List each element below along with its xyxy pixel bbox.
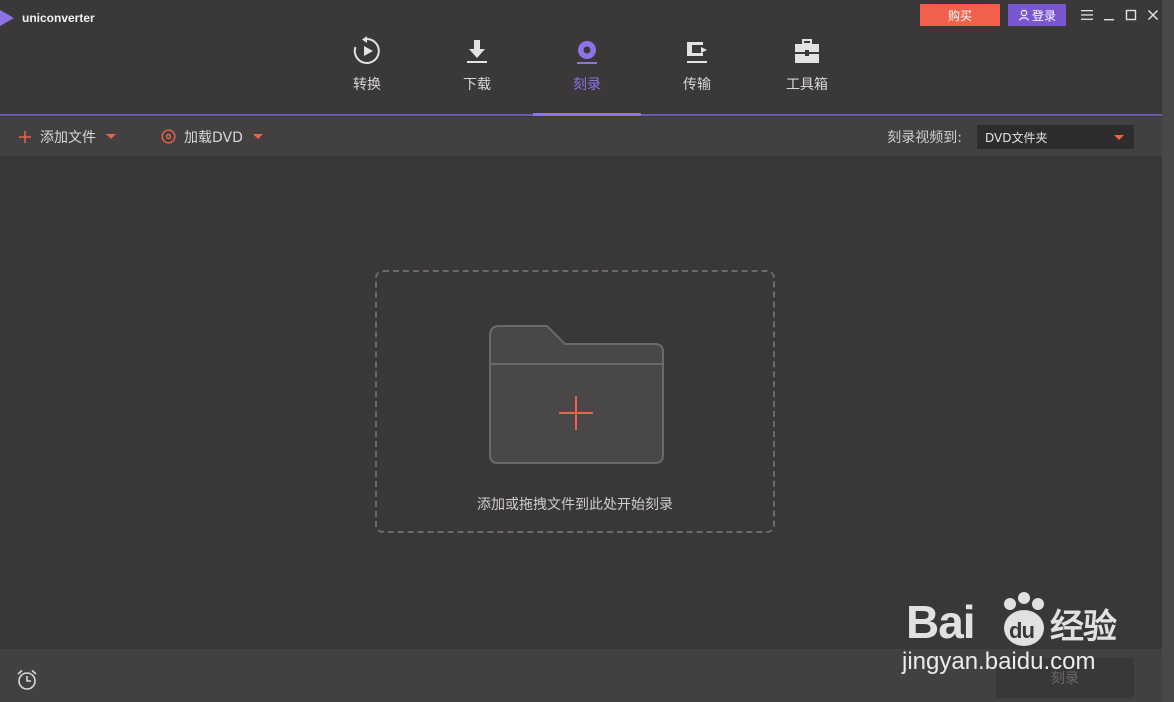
burn-icon bbox=[577, 41, 597, 64]
chevron-down-icon[interactable] bbox=[106, 134, 116, 139]
top-bar: uniconverter 购买 登录 转换 下载 刻录 传输 工具箱 bbox=[0, 0, 1174, 116]
load-dvd-label: 加载DVD bbox=[184, 129, 243, 146]
minimize-icon bbox=[1104, 19, 1114, 21]
app-name: uniconverter bbox=[22, 11, 95, 25]
burn-target-select[interactable]: DVD文件夹 bbox=[977, 125, 1134, 149]
maximize-icon bbox=[1125, 9, 1137, 21]
maximize-button[interactable] bbox=[1120, 4, 1142, 26]
watermark-brand: Bai du 经验 bbox=[902, 590, 1122, 650]
menu-icon bbox=[1081, 10, 1093, 20]
close-button[interactable] bbox=[1142, 4, 1164, 26]
nav-label: 转换 bbox=[353, 77, 381, 93]
add-files-label: 添加文件 bbox=[40, 129, 96, 146]
download-icon bbox=[467, 40, 487, 63]
active-tab-indicator bbox=[533, 113, 641, 116]
convert-icon bbox=[353, 36, 380, 64]
paw-logo-icon: Bai du 经验 bbox=[906, 592, 1118, 648]
window-edge bbox=[1162, 0, 1174, 702]
toolbox-icon bbox=[795, 39, 819, 63]
login-label: 登录 bbox=[1031, 8, 1056, 23]
chevron-down-icon bbox=[1114, 135, 1124, 140]
window-controls: 购买 登录 bbox=[920, 4, 1174, 26]
nav-tab-download[interactable]: 下载 bbox=[422, 34, 532, 114]
drop-zone[interactable]: 添加或拖拽文件到此处开始刻录 bbox=[375, 270, 775, 533]
logo-icon bbox=[0, 10, 14, 26]
nav-tab-transfer[interactable]: 传输 bbox=[642, 34, 752, 114]
svg-text:经验: 经验 bbox=[1050, 607, 1117, 647]
user-icon bbox=[1018, 9, 1030, 21]
nav-label: 下载 bbox=[463, 77, 491, 93]
svg-text:du: du bbox=[1009, 618, 1034, 643]
nav-tab-toolbox[interactable]: 工具箱 bbox=[752, 34, 862, 114]
nav-label: 工具箱 bbox=[786, 77, 828, 93]
burn-to-label: 刻录视频到: bbox=[887, 129, 962, 146]
load-dvd-button[interactable]: 加载DVD bbox=[161, 117, 263, 156]
svg-text:Bai: Bai bbox=[906, 596, 975, 648]
add-files-button[interactable]: 添加文件 bbox=[18, 117, 116, 156]
bottom-bar: 刻录 bbox=[0, 649, 1174, 702]
transfer-icon bbox=[687, 42, 707, 63]
add-folder-icon[interactable] bbox=[489, 324, 665, 466]
toolbar: 添加文件 加载DVD 刻录视频到: DVD文件夹 bbox=[0, 117, 1174, 156]
close-icon bbox=[1147, 9, 1159, 21]
minimize-button[interactable] bbox=[1098, 4, 1120, 26]
main-nav: 转换 下载 刻录 传输 工具箱 bbox=[312, 34, 862, 114]
alarm-clock-icon[interactable] bbox=[16, 669, 38, 691]
app-logo: uniconverter bbox=[0, 8, 95, 28]
disc-icon bbox=[161, 129, 176, 144]
burn-target-value: DVD文件夹 bbox=[985, 130, 1048, 145]
chevron-down-icon[interactable] bbox=[252, 134, 263, 139]
app-window: uniconverter 购买 登录 转换 下载 刻录 传输 工具箱 添加文件 … bbox=[0, 0, 1174, 702]
nav-tab-convert[interactable]: 转换 bbox=[312, 34, 422, 114]
drop-hint: 添加或拖拽文件到此处开始刻录 bbox=[477, 497, 673, 513]
buy-button[interactable]: 购买 bbox=[920, 4, 1000, 26]
login-button[interactable]: 登录 bbox=[1008, 4, 1066, 26]
nav-label: 传输 bbox=[683, 77, 711, 93]
burn-button[interactable]: 刻录 bbox=[996, 658, 1134, 698]
nav-tab-burn[interactable]: 刻录 bbox=[532, 34, 642, 114]
menu-button[interactable] bbox=[1076, 4, 1098, 26]
plus-icon bbox=[19, 130, 31, 143]
nav-label: 刻录 bbox=[573, 77, 601, 93]
